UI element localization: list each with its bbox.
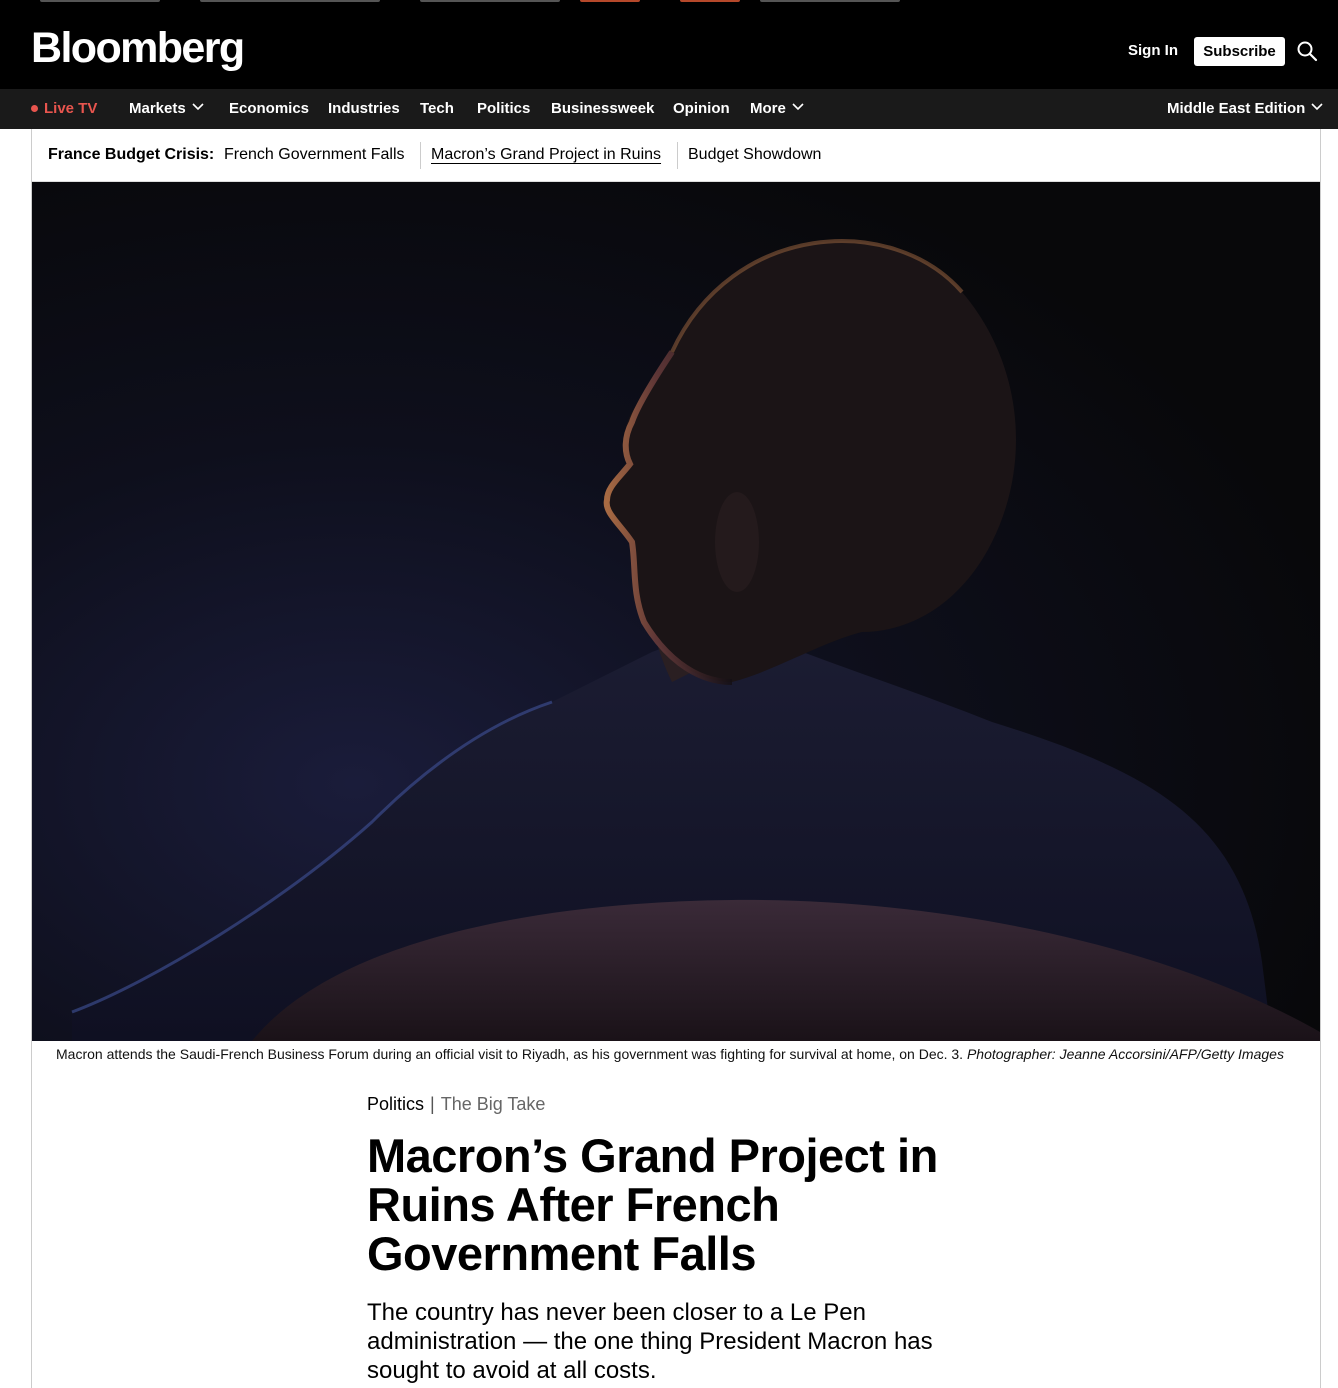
main-nav: Live TV Markets Economics Industries Tec…	[0, 89, 1338, 129]
nav-politics[interactable]: Politics	[477, 89, 530, 129]
nav-industries[interactable]: Industries	[328, 89, 400, 129]
subscribe-button[interactable]: Subscribe	[1194, 37, 1285, 66]
hero-photo-illustration	[32, 182, 1320, 1041]
sign-in-link[interactable]: Sign In	[1128, 42, 1178, 59]
article-dek: The country has never been closer to a L…	[367, 1299, 933, 1384]
nav-economics[interactable]: Economics	[229, 89, 309, 129]
nav-tech[interactable]: Tech	[420, 89, 454, 129]
nav-markets-label: Markets	[129, 100, 186, 117]
search-icon[interactable]	[1296, 40, 1318, 62]
rail-link-government-falls[interactable]: French Government Falls	[224, 146, 405, 164]
live-dot-icon	[31, 105, 38, 112]
nav-opinion[interactable]: Opinion	[673, 89, 730, 129]
story-rail: France Budget Crisis: French Government …	[32, 129, 1320, 182]
image-caption: Macron attends the Saudi-French Business…	[56, 1045, 1296, 1063]
subsection-link[interactable]: The Big Take	[441, 1094, 546, 1114]
nav-live-label: Live TV	[44, 100, 98, 117]
rail-divider	[420, 142, 421, 169]
hero-image	[32, 182, 1320, 1041]
rail-link-grand-project[interactable]: Macron’s Grand Project in Ruins	[431, 146, 661, 164]
caption-text: Macron attends the Saudi-French Business…	[56, 1046, 967, 1062]
rail-divider	[677, 142, 678, 169]
edition-label: Middle East Edition	[1167, 100, 1306, 117]
section-link[interactable]: Politics	[367, 1094, 424, 1114]
top-header: Bloomberg Sign In Subscribe	[0, 0, 1338, 89]
nav-more[interactable]: More	[750, 89, 804, 129]
chevron-down-icon	[792, 103, 804, 111]
edition-selector[interactable]: Middle East Edition	[1167, 89, 1323, 129]
kicker-divider: |	[430, 1094, 435, 1114]
chevron-down-icon	[1311, 103, 1323, 111]
nav-live-tv[interactable]: Live TV	[31, 89, 97, 129]
ticker-strip	[0, 0, 1338, 5]
rail-link-budget-showdown[interactable]: Budget Showdown	[688, 146, 821, 164]
nav-businessweek[interactable]: Businessweek	[551, 89, 654, 129]
caption-credit: Photographer: Jeanne Accorsini/AFP/Getty…	[966, 1046, 1284, 1062]
article-kicker: Politics | The Big Take	[367, 1094, 545, 1115]
nav-more-label: More	[750, 100, 786, 117]
chevron-down-icon	[192, 103, 204, 111]
nav-markets[interactable]: Markets	[129, 89, 204, 129]
story-rail-label: France Budget Crisis:	[48, 146, 215, 163]
article-headline: Macron’s Grand Project in Ruins After Fr…	[367, 1129, 938, 1280]
bloomberg-logo[interactable]: Bloomberg	[31, 22, 245, 74]
